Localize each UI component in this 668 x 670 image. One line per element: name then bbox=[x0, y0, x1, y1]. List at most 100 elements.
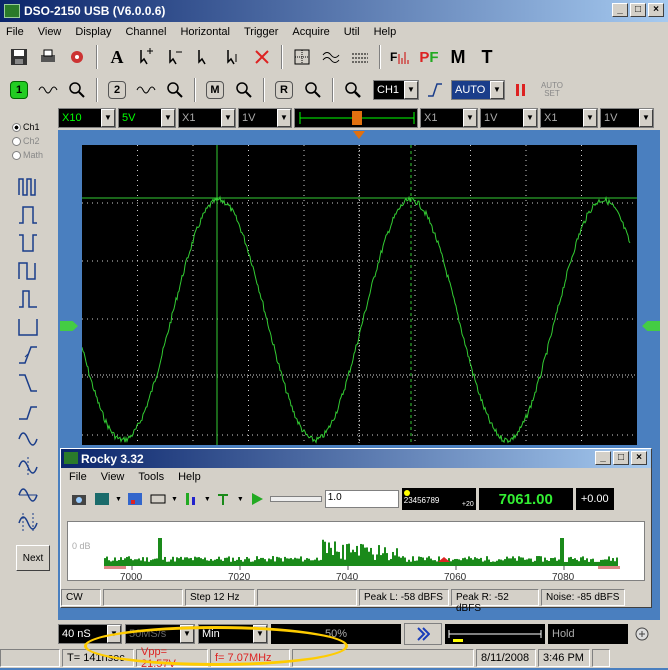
radio-math[interactable]: Math bbox=[12, 148, 52, 162]
wave-display-icon[interactable] bbox=[318, 44, 344, 70]
ch2-probe-select[interactable]: X1 ▼ bbox=[178, 108, 236, 128]
volts3-select[interactable]: 1V ▼ bbox=[480, 108, 538, 128]
autoset-button[interactable]: AUTO SET bbox=[537, 77, 567, 103]
menu-view[interactable]: View bbox=[38, 26, 62, 38]
pulse-width-icon[interactable] bbox=[16, 174, 40, 198]
trigger-slope-icon[interactable] bbox=[422, 77, 448, 103]
rise-time-icon[interactable] bbox=[16, 398, 40, 422]
ch1-wave-icon[interactable] bbox=[35, 77, 61, 103]
cursor-vertical-icon[interactable] bbox=[162, 44, 188, 70]
menu-acquire[interactable]: Acquire bbox=[292, 26, 329, 38]
sine4-icon[interactable] bbox=[16, 510, 40, 534]
math-toggle[interactable]: M bbox=[202, 77, 228, 103]
waterfall-icon[interactable] bbox=[125, 489, 145, 509]
rise-edge-icon[interactable] bbox=[16, 342, 40, 366]
spectrum-view-icon[interactable] bbox=[92, 489, 112, 509]
cursor-off-icon[interactable] bbox=[249, 44, 275, 70]
spectrum-bar bbox=[216, 558, 218, 566]
restore-icon[interactable] bbox=[631, 623, 653, 645]
ref-toggle[interactable]: R bbox=[271, 77, 297, 103]
dropdown-arrow-2[interactable]: ▼ bbox=[171, 496, 178, 503]
measure-button[interactable]: M bbox=[445, 44, 471, 70]
search-icon[interactable] bbox=[340, 77, 366, 103]
menu-trigger[interactable]: Trigger bbox=[244, 26, 278, 38]
display-icon[interactable] bbox=[148, 489, 168, 509]
ch2-zoom-icon[interactable] bbox=[162, 77, 188, 103]
channel1-toggle[interactable]: 1 bbox=[6, 77, 32, 103]
dropdown-arrow-3[interactable]: ▼ bbox=[204, 496, 211, 503]
ch1-volts-select[interactable]: 5V ▼ bbox=[118, 108, 176, 128]
rocky-minimize-button[interactable]: _ bbox=[595, 451, 611, 465]
neg-pulse-icon[interactable] bbox=[16, 230, 40, 254]
menu-horizontal[interactable]: Horizontal bbox=[180, 26, 230, 38]
resize-grip[interactable] bbox=[592, 649, 610, 667]
maximize-button[interactable]: □ bbox=[630, 3, 646, 17]
rit-offset-display[interactable]: +0.00 bbox=[575, 488, 614, 510]
menu-help[interactable]: Help bbox=[374, 26, 397, 38]
radio-ch2[interactable]: Ch2 bbox=[12, 134, 52, 148]
zoom-input[interactable]: 1.0 bbox=[324, 490, 399, 508]
ch1-probe-select[interactable]: X10 ▼ bbox=[58, 108, 116, 128]
rocky-menu-file[interactable]: File bbox=[69, 471, 87, 483]
run-arrow-button[interactable] bbox=[404, 623, 442, 645]
rocky-maximize-button[interactable]: □ bbox=[613, 451, 629, 465]
cursor-cross-icon[interactable] bbox=[133, 44, 159, 70]
time-readout: 3:46 PM bbox=[538, 649, 590, 667]
rocky-menu-view[interactable]: View bbox=[101, 471, 125, 483]
rocky-close-button[interactable]: × bbox=[631, 451, 647, 465]
next-button[interactable]: Next bbox=[16, 545, 50, 571]
stop-icon[interactable] bbox=[508, 77, 534, 103]
transmit-icon[interactable] bbox=[214, 489, 234, 509]
persist-icon[interactable] bbox=[347, 44, 373, 70]
horizontal-position-slider[interactable] bbox=[294, 108, 418, 128]
ch2-wave-icon[interactable] bbox=[133, 77, 159, 103]
menu-channel[interactable]: Channel bbox=[125, 26, 166, 38]
sine3-icon[interactable] bbox=[16, 482, 40, 506]
duty-icon[interactable] bbox=[16, 286, 40, 310]
menu-util[interactable]: Util bbox=[344, 26, 360, 38]
mixer-icon[interactable] bbox=[181, 489, 201, 509]
camera-icon[interactable] bbox=[69, 489, 89, 509]
grid-icon[interactable] bbox=[289, 44, 315, 70]
rocky-menu-help[interactable]: Help bbox=[178, 471, 201, 483]
settings-icon[interactable] bbox=[64, 44, 90, 70]
channel2-toggle[interactable]: 2 bbox=[104, 77, 130, 103]
menu-display[interactable]: Display bbox=[75, 26, 111, 38]
pass-fail-button[interactable]: PF bbox=[416, 44, 442, 70]
sine-icon[interactable] bbox=[16, 426, 40, 450]
trigger-holdoff-slider[interactable] bbox=[445, 624, 545, 644]
close-button[interactable]: × bbox=[648, 3, 664, 17]
volume-slider[interactable] bbox=[269, 496, 322, 502]
trigger-button[interactable]: T bbox=[474, 44, 500, 70]
save-icon[interactable] bbox=[6, 44, 32, 70]
play-icon[interactable] bbox=[247, 489, 267, 509]
period-icon[interactable] bbox=[16, 258, 40, 282]
math-zoom-icon[interactable] bbox=[231, 77, 257, 103]
trigger-source-select[interactable]: CH1 ▼ bbox=[373, 80, 419, 100]
ref-zoom-icon[interactable] bbox=[300, 77, 326, 103]
frequency-display[interactable]: 7061.00 bbox=[478, 488, 573, 510]
text-annotation-button[interactable]: A bbox=[104, 44, 130, 70]
sine2-icon[interactable] bbox=[16, 454, 40, 478]
ch2-volts-select[interactable]: 1V ▼ bbox=[238, 108, 292, 128]
volts4-select[interactable]: 1V ▼ bbox=[600, 108, 654, 128]
probe4-select[interactable]: X1 ▼ bbox=[540, 108, 598, 128]
dropdown-arrow-4[interactable]: ▼ bbox=[237, 496, 244, 503]
fft-icon[interactable]: F bbox=[387, 44, 413, 70]
cursor-track-icon[interactable] bbox=[220, 44, 246, 70]
rocky-menu-tools[interactable]: Tools bbox=[138, 471, 164, 483]
pos-pulse-icon[interactable] bbox=[16, 202, 40, 226]
minimize-button[interactable]: _ bbox=[612, 3, 628, 17]
spectrum-bar bbox=[364, 547, 366, 566]
trigger-mode-select[interactable]: AUTO ▼ bbox=[451, 80, 505, 100]
freq-icon[interactable] bbox=[16, 314, 40, 338]
radio-ch1[interactable]: Ch1 bbox=[12, 120, 52, 134]
cursor-horizontal-icon[interactable] bbox=[191, 44, 217, 70]
ch1-zoom-icon[interactable] bbox=[64, 77, 90, 103]
dropdown-arrow-1[interactable]: ▼ bbox=[115, 496, 122, 503]
print-icon[interactable] bbox=[35, 44, 61, 70]
menu-file[interactable]: File bbox=[6, 26, 24, 38]
probe3-select[interactable]: X1 ▼ bbox=[420, 108, 478, 128]
fall-edge-icon[interactable] bbox=[16, 370, 40, 394]
spectrum-display[interactable]: 0 dB 7000 7020 7040 7060 7080 bbox=[67, 521, 645, 581]
